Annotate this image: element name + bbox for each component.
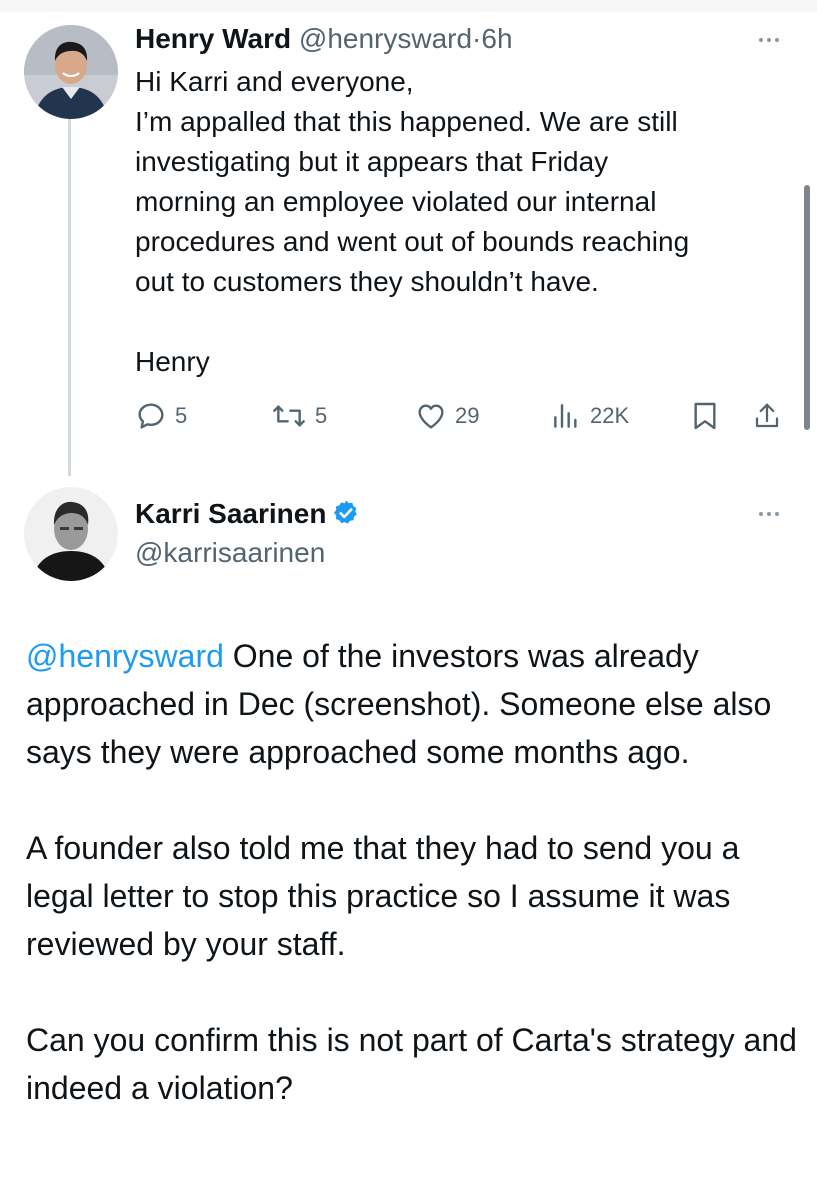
- body-line: I’m appalled that this happened. We are …: [135, 106, 678, 137]
- bookmark-button[interactable]: [690, 396, 720, 436]
- like-button[interactable]: 29: [415, 396, 479, 436]
- reply-icon: [138, 403, 164, 429]
- separator-dot: ·: [472, 23, 482, 54]
- body-line: out to customers they shouldn’t have.: [135, 266, 599, 297]
- reply-count: 5: [175, 403, 188, 428]
- more-options-icon[interactable]: [759, 38, 779, 42]
- author-handle[interactable]: @karrisaarinen: [135, 537, 325, 568]
- repost-icon: [273, 405, 305, 427]
- more-options-icon[interactable]: [759, 512, 779, 516]
- share-icon: [755, 403, 779, 428]
- author-handle[interactable]: @henrysward: [299, 23, 472, 54]
- quoted-handle-line: @karrisaarinen: [135, 536, 325, 570]
- body-line: investigating but it appears that Friday: [135, 146, 609, 177]
- reply-button[interactable]: 5: [135, 396, 187, 436]
- karri-avatar[interactable]: [24, 487, 118, 581]
- quoted-body: @henrysward One of the investors was alr…: [26, 632, 801, 1112]
- like-count: 29: [455, 403, 480, 428]
- profile-photo-icon: [24, 25, 118, 119]
- body-line: morning an employee violated our interna…: [135, 186, 657, 217]
- henry-avatar[interactable]: [24, 25, 118, 119]
- share-button[interactable]: [752, 396, 782, 436]
- author-name[interactable]: Karri Saarinen: [135, 498, 326, 529]
- scrollbar-thumb[interactable]: [804, 185, 810, 430]
- signature: Henry: [135, 346, 210, 377]
- view-count: 22K: [590, 403, 630, 428]
- heart-icon: [418, 404, 444, 429]
- views-button[interactable]: 22K: [550, 396, 629, 436]
- body-line: procedures and went out of bounds reachi…: [135, 226, 690, 257]
- repost-count: 5: [315, 403, 328, 428]
- body-line: Hi Karri and everyone,: [135, 66, 414, 97]
- paragraph: Can you confirm this is not part of Cart…: [26, 1022, 797, 1106]
- paragraph: @henrysward One of the investors was alr…: [26, 632, 801, 776]
- author-name[interactable]: Henry Ward: [135, 23, 291, 54]
- profile-photo-icon: [24, 487, 118, 581]
- views-chart-icon: [554, 404, 577, 428]
- tweet-action-bar: 5 5 29 22K: [135, 396, 785, 436]
- thread-connector-line: [68, 118, 71, 476]
- quoted-header: Karri Saarinen: [135, 497, 360, 531]
- mention-link[interactable]: @henrysward: [26, 638, 224, 674]
- repost-button[interactable]: 5: [271, 396, 327, 436]
- paragraph: A founder also told me that they had to …: [26, 830, 740, 962]
- tweet-timestamp[interactable]: 6h: [481, 23, 512, 54]
- reply-header: Henry Ward @henrysward·6h: [135, 22, 513, 56]
- top-edge: [0, 0, 817, 12]
- verified-badge-icon: [334, 500, 358, 524]
- bookmark-icon: [694, 402, 716, 430]
- reply-body: Hi Karri and everyone, I’m appalled that…: [135, 62, 775, 382]
